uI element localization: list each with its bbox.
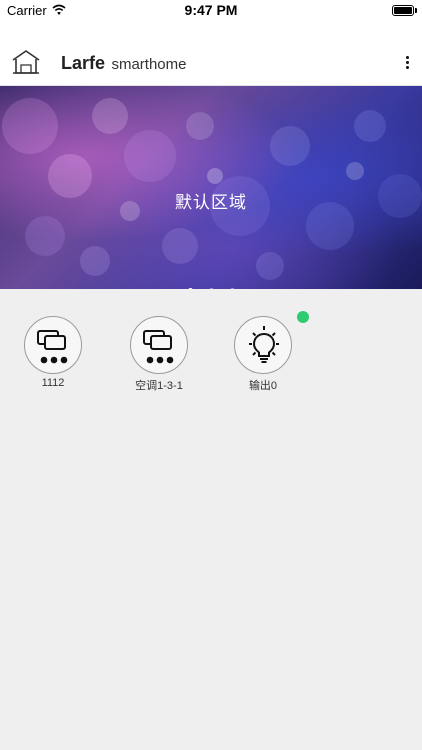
ac-controller-icon xyxy=(143,330,174,364)
banner-pager xyxy=(0,280,422,289)
area-title: 默认区域 xyxy=(175,193,247,212)
app-header: Larfe smarthome xyxy=(0,22,422,86)
pager-dot[interactable] xyxy=(229,288,235,289)
light-bulb-icon xyxy=(249,326,279,363)
ac-controller-icon xyxy=(37,330,68,364)
online-status-indicator xyxy=(297,311,309,323)
device-label: 空调1-3-1 xyxy=(135,380,183,392)
brand-name: Larfe xyxy=(61,53,106,73)
home-icon[interactable] xyxy=(10,48,42,76)
battery-icon xyxy=(392,5,414,16)
device-button[interactable] xyxy=(24,316,82,374)
battery-tip xyxy=(415,8,417,13)
device-tile[interactable]: 空调1-3-1 xyxy=(124,316,194,393)
device-tile[interactable]: 输出0 xyxy=(228,316,298,393)
pager-dot[interactable] xyxy=(208,288,214,289)
status-bar: Carrier 9:47 PM xyxy=(0,0,422,22)
brand-title: Larfe smarthome xyxy=(61,53,187,74)
more-menu-icon[interactable] xyxy=(404,56,410,72)
device-label: 1112 xyxy=(41,377,65,389)
brand-subtitle: smarthome xyxy=(111,56,187,73)
device-label: 输出0 xyxy=(248,380,278,392)
device-tile[interactable]: 1112 xyxy=(18,316,88,389)
device-button[interactable] xyxy=(234,316,292,374)
device-button[interactable] xyxy=(130,316,188,374)
pager-dot[interactable] xyxy=(187,288,193,289)
area-banner[interactable]: 默认区域 xyxy=(0,86,422,289)
clock: 9:47 PM xyxy=(184,2,238,18)
